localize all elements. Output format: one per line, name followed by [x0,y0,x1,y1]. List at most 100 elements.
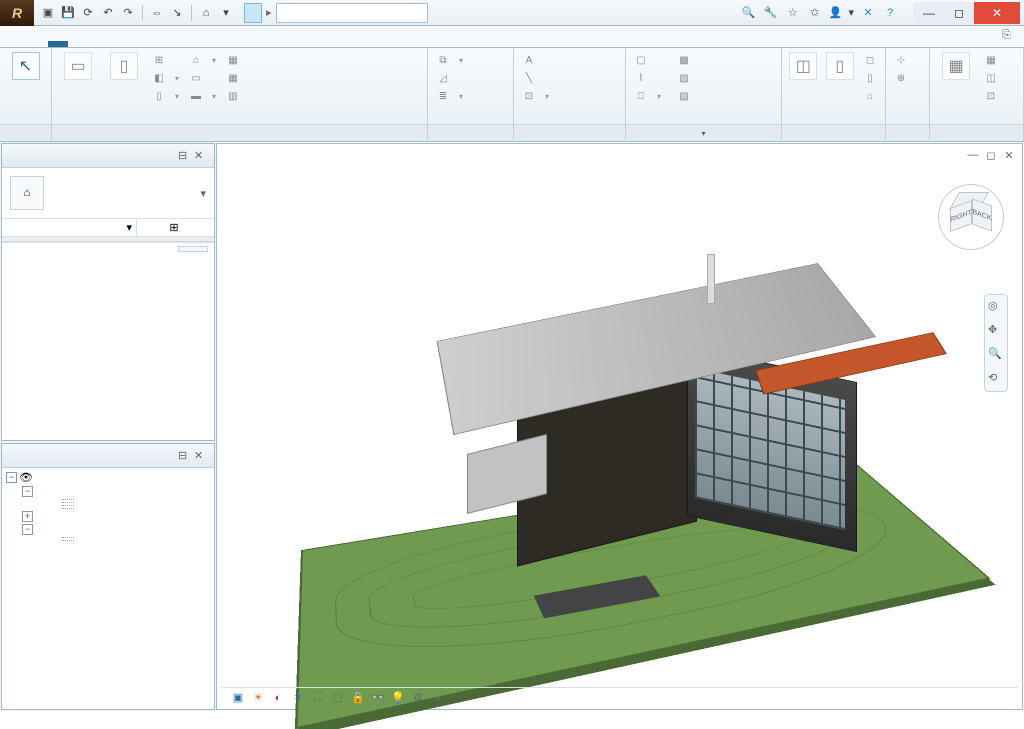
door-button[interactable]: ▯ [104,52,144,82]
type-selector[interactable]: ⌂ ▾ [2,168,214,219]
stair-button[interactable]: ≣▾ [434,88,465,104]
min-view-icon[interactable]: — [966,148,980,162]
tab-architecture[interactable] [48,41,68,47]
max-view-icon[interactable]: ◻ [984,148,998,162]
project-tree[interactable]: −👁 − + − [2,468,214,709]
pan-icon[interactable]: ✥ [988,323,1004,339]
minimize-button[interactable]: — [914,2,944,24]
ribbon-expand-icon[interactable]: ⎘ [1002,29,1020,47]
model-group-button[interactable]: ⊡▾ [520,88,551,104]
qat-save-icon[interactable]: 💾 [60,5,76,21]
close-button[interactable]: ✕ [974,2,1020,24]
floor-button[interactable]: ▬▾ [187,88,218,104]
binoculars-icon[interactable]: 🔍 [741,5,757,21]
ceiling-button[interactable]: ▭ [187,70,218,86]
qat-align-icon[interactable]: ↘ [169,5,185,21]
tag-room-button[interactable]: ⎕▾ [632,88,663,104]
curtain-grid-button[interactable]: ▦ [224,70,246,86]
column-button[interactable]: ▯▾ [150,88,181,104]
area-boundary-button[interactable]: ▨ [675,70,693,86]
expand-icon[interactable]: + [22,511,33,522]
component-button[interactable]: ◧▾ [150,70,181,86]
crop-icon[interactable]: ⛶ [311,691,325,705]
signin-button[interactable]: 👤 ▾ [829,6,854,19]
level-button[interactable]: ⊹ [892,52,910,68]
instance-selector[interactable]: ▾ [2,219,136,236]
edit-type-button[interactable]: ⊞ [136,219,214,236]
mullion-button[interactable]: ▥ [224,88,246,104]
ramp-button[interactable]: ◿ [434,70,465,86]
document-tab[interactable] [244,3,262,23]
roof-button[interactable]: ⌂▾ [187,52,218,68]
tab-annotate[interactable] [128,41,148,47]
tab-structure[interactable] [68,41,88,47]
temp-hide-icon[interactable]: 👓 [371,691,385,705]
app-logo[interactable]: R [0,0,34,26]
qat-sync-icon[interactable]: ⟳ [80,5,96,21]
modify-button[interactable]: ↖ [6,52,45,82]
tab-view[interactable] [208,41,228,47]
collapse-icon[interactable]: − [6,472,17,483]
shadows-icon[interactable]: ◐ [271,691,285,705]
set-button[interactable]: ▦ [936,52,976,82]
viewcube[interactable]: RIGHT BACK [938,184,1004,250]
tree-ceiling-plans[interactable]: + [6,510,210,523]
star-icon[interactable]: ☆ [785,5,801,21]
shaft-button[interactable]: ▯ [825,52,856,82]
properties-header[interactable]: ⊟ ✕ [2,144,214,168]
qat-switch-icon[interactable]: ⌂ [198,5,214,21]
collapse-icon[interactable]: − [22,486,33,497]
model-line-button[interactable]: ╲ [520,70,551,86]
orbit-icon[interactable]: ⟲ [988,371,1004,387]
close-view-icon[interactable]: ✕ [1002,148,1016,162]
room-button[interactable]: ▢ [632,52,663,68]
collapse-icon[interactable]: − [22,524,33,535]
worksharing-icon[interactable]: ⚙ [411,691,425,705]
room-separator-button[interactable]: ⌇ [632,70,663,86]
tab-manage[interactable] [228,41,248,47]
search-input[interactable] [276,3,428,23]
tree-3d-views[interactable]: − [6,523,210,536]
dormer-button[interactable]: ⌂ [861,88,879,104]
tree-fireplace[interactable] [6,539,210,542]
close-icon[interactable]: ✕ [194,149,208,163]
tab-insert[interactable] [108,41,128,47]
help-icon[interactable]: ? [882,5,898,21]
visual-style-icon[interactable]: ▣ [231,691,245,705]
view-menu-icon[interactable]: ◂ [431,691,445,705]
railing-button[interactable]: ⧉▾ [434,52,465,68]
tree-root[interactable]: −👁 [6,470,210,485]
lock-icon[interactable]: 🔒 [351,691,365,705]
model-text-button[interactable]: A [520,52,551,68]
wall-button[interactable]: ▭ [58,52,98,82]
qat-undo-icon[interactable]: ↶ [100,5,116,21]
wall-opening-button[interactable]: ◻ [861,52,879,68]
tab-massing-site[interactable] [168,41,188,47]
show-plane-button[interactable]: ▦ [982,52,1000,68]
sun-path-icon[interactable]: ☀ [251,691,265,705]
tab-analyze[interactable] [148,41,168,47]
browser-header[interactable]: ⊟ ✕ [2,444,214,468]
key-icon[interactable]: 🔧 [763,5,779,21]
tab-collaborate[interactable] [188,41,208,47]
qat-dropdown-icon[interactable]: ▾ [218,5,234,21]
exchange-icon[interactable]: ✕ [860,5,876,21]
qat-redo-icon[interactable]: ↷ [120,5,136,21]
tab-modify[interactable] [248,41,268,47]
pin-icon[interactable]: ⊟ [178,149,192,163]
tree-floor-plans[interactable]: − [6,485,210,498]
pin-icon[interactable]: ⊟ [178,449,192,463]
area-button[interactable]: ▩ [675,52,693,68]
window-button[interactable]: ⊞ [150,52,181,68]
crop-region-icon[interactable]: ▢ [331,691,345,705]
qat-open-icon[interactable]: ▣ [40,5,56,21]
tab-systems[interactable] [88,41,108,47]
reveal-icon[interactable]: 💡 [391,691,405,705]
favorite-icon[interactable]: ✩ [807,5,823,21]
viewcube-right[interactable]: BACK [972,198,992,231]
steering-wheel-icon[interactable]: ◎ [988,299,1004,315]
curtain-system-button[interactable]: ▦ [224,52,246,68]
viewer-button[interactable]: ⊡ [982,88,1000,104]
ref-plane-button[interactable]: ◫ [982,70,1000,86]
vertical-opening-button[interactable]: ▯ [861,70,879,86]
